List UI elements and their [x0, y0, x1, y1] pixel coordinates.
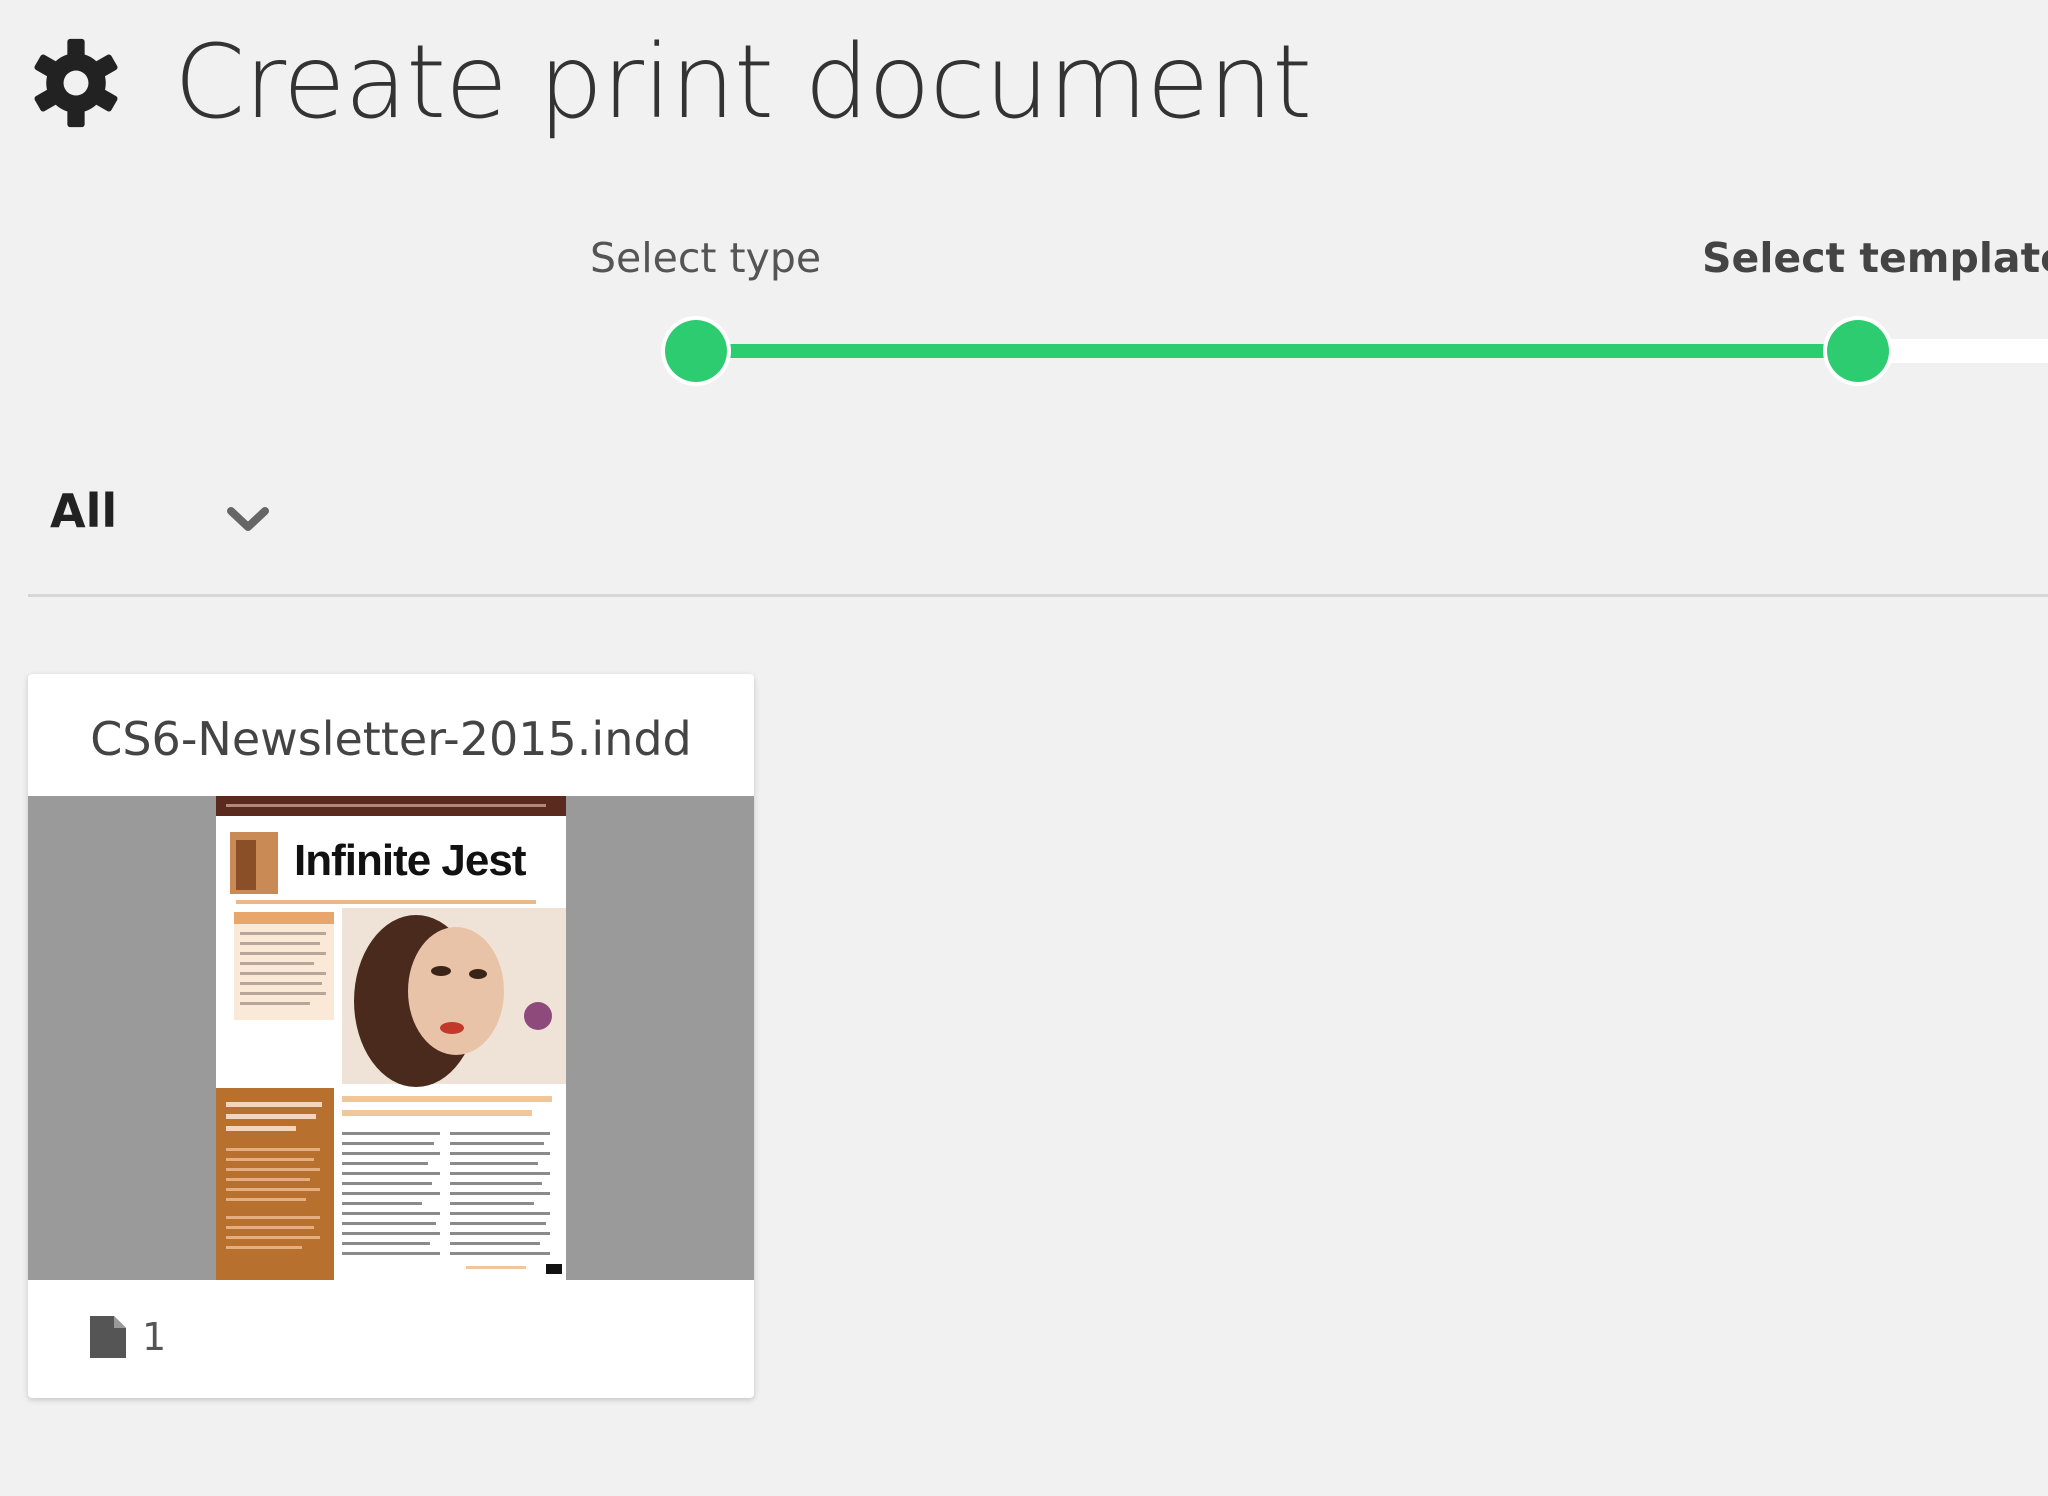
- gear-icon[interactable]: [28, 35, 124, 131]
- newsletter-preview: Infinite Jest: [216, 796, 566, 1280]
- category-filter-dropdown[interactable]: All: [50, 484, 271, 538]
- template-thumbnail: Infinite Jest: [28, 796, 754, 1280]
- divider: [28, 594, 2048, 597]
- page-count: 1: [142, 1315, 167, 1359]
- template-card[interactable]: CS6-Newsletter-2015.indd Infinite Jest 1: [28, 674, 754, 1398]
- newsletter-brand: Infinite Jest: [294, 836, 526, 885]
- page-header: Create print document: [28, 23, 1312, 142]
- step-dot-select-template[interactable]: [1827, 320, 1889, 382]
- step-label-select-type[interactable]: Select type: [590, 234, 821, 282]
- page-icon: [90, 1316, 126, 1358]
- step-dot-select-type[interactable]: [665, 320, 727, 382]
- page-title: Create print document: [174, 23, 1312, 142]
- template-filename: CS6-Newsletter-2015.indd: [90, 712, 692, 766]
- chevron-down-icon[interactable]: [225, 505, 271, 535]
- filter-selected-value: All: [50, 484, 118, 538]
- template-card-footer: 1: [88, 1314, 166, 1360]
- progress-track-completed: [696, 344, 1858, 358]
- step-label-select-template[interactable]: Select template: [1702, 234, 2048, 282]
